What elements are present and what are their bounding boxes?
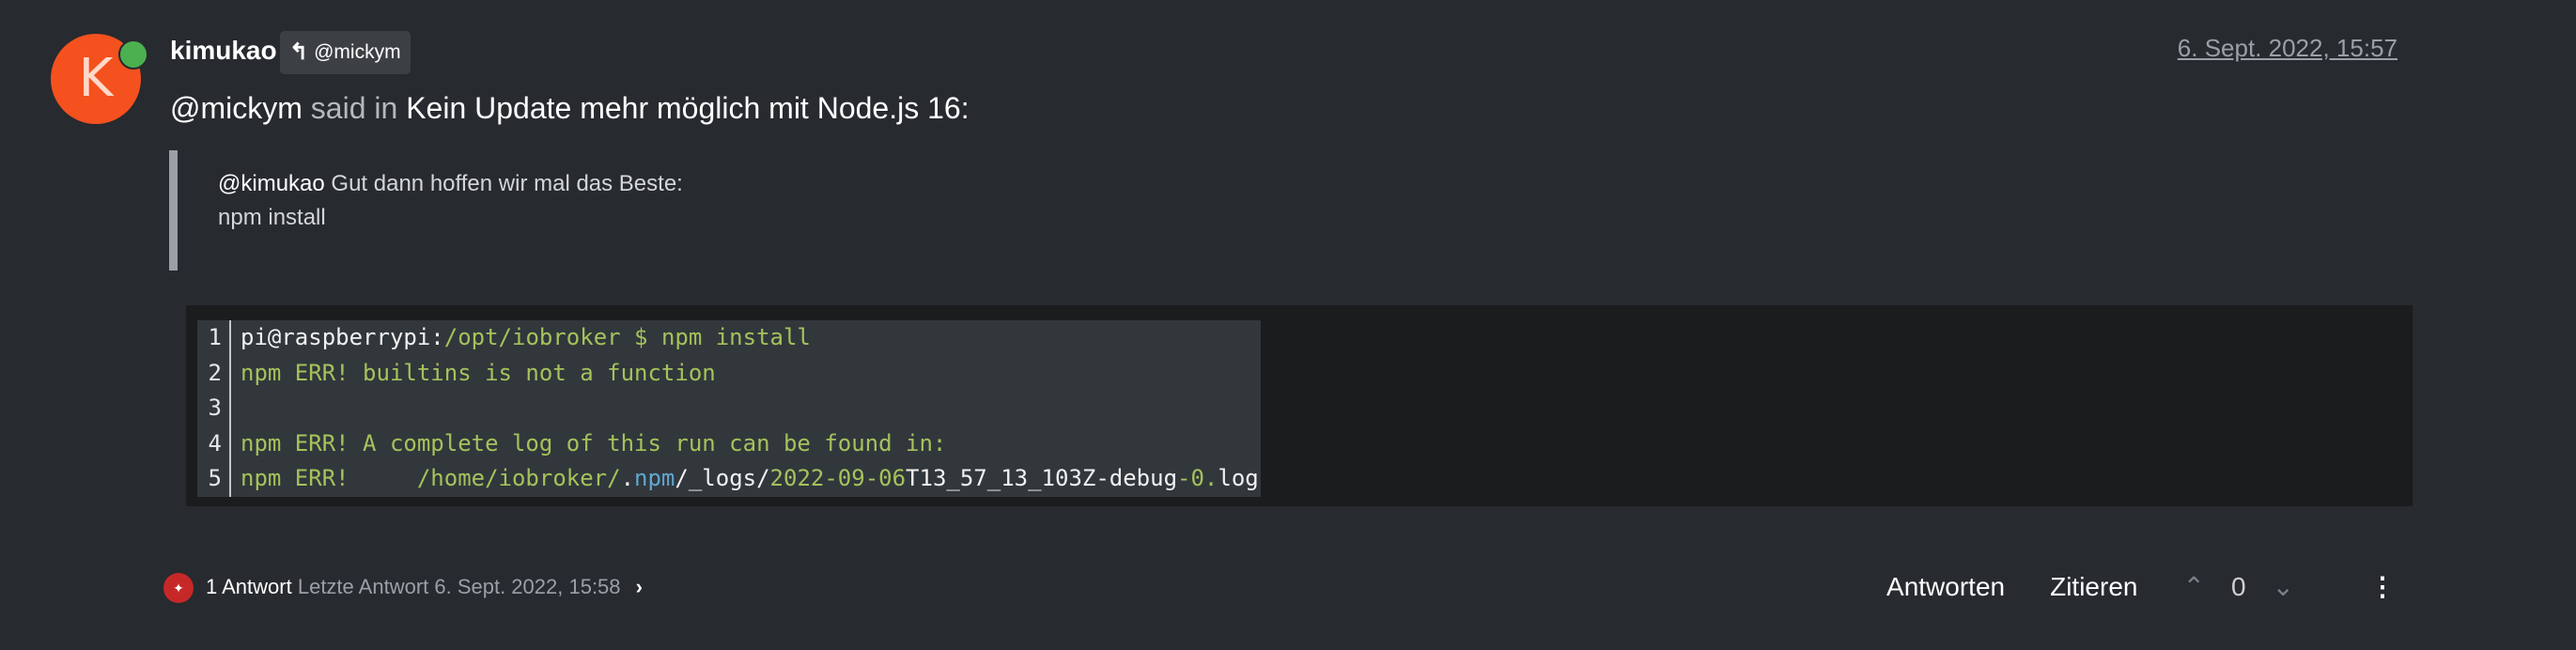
reply-to-user: @mickym	[314, 41, 401, 63]
code-block: 1 pi@raspberrypi:/opt/iobroker $ npm inst…	[186, 305, 2413, 506]
code-line: 5 npm ERR! /home/iobroker/.npm/_logs/2022…	[197, 461, 1261, 497]
line-number: 4	[197, 426, 231, 461]
code-text: pi@raspberrypi:/opt/iobroker $ npm insta…	[241, 324, 811, 350]
quote-header: @mickym said in Kein Update mehr möglich…	[170, 91, 970, 126]
code-line: 2 npm ERR! builtins is not a function	[197, 355, 1261, 391]
code-text: npm ERR! builtins is not a function	[241, 359, 716, 386]
line-number: 2	[197, 355, 231, 391]
line-number: 1	[197, 320, 231, 356]
quote-button[interactable]: Zitieren	[2050, 572, 2137, 602]
blockquote: @kimukao Gut dann hoffen wir mal das Bes…	[169, 150, 683, 271]
mention-link[interactable]: @mickym	[170, 91, 303, 125]
replies-summary[interactable]: 1 Antwort Letzte Antwort 6. Sept. 2022, …	[206, 575, 643, 599]
post-timestamp[interactable]: 6. Sept. 2022, 15:57	[2178, 34, 2398, 63]
reply-arrow-icon: ↰	[289, 39, 309, 65]
reply-button[interactable]: Antworten	[1886, 572, 2005, 602]
code-line: 1 pi@raspberrypi:/opt/iobroker $ npm inst…	[197, 320, 1261, 356]
downvote-icon[interactable]: ⌄	[2273, 571, 2294, 602]
code-text: npm ERR! A complete log of this run can …	[241, 429, 947, 457]
said-in-text: said in	[310, 91, 398, 125]
chevron-right-icon[interactable]: ›	[636, 575, 643, 598]
line-number: 3	[197, 391, 231, 426]
online-status-indicator	[118, 39, 148, 70]
reply-to-chip[interactable]: ↰ @mickym	[280, 31, 411, 74]
code-line: 3	[197, 391, 1261, 426]
quote-text: Gut dann hoffen wir mal das Beste:	[324, 171, 683, 196]
last-reply-text: Letzte Antwort 6. Sept. 2022, 15:58	[297, 575, 621, 598]
code-line: 4 npm ERR! A complete log of this run can…	[197, 426, 1261, 461]
quote-mention-link[interactable]: @kimukao	[218, 171, 325, 196]
code-text: npm ERR! /home/iobroker/.npm/_logs/2022-…	[241, 465, 1259, 491]
line-number: 5	[197, 461, 231, 497]
last-replier-avatar[interactable]: ✦	[163, 573, 194, 603]
code-content: 1 pi@raspberrypi:/opt/iobroker $ npm inst…	[197, 320, 1261, 497]
upvote-icon[interactable]: ⌃	[2182, 571, 2204, 602]
topic-link[interactable]: Kein Update mehr möglich mit Node.js 16	[406, 91, 961, 125]
post-actions: Antworten Zitieren ⌃ 0 ⌄ ⋮	[1841, 571, 2396, 602]
reply-count[interactable]: 1 Antwort	[206, 575, 292, 598]
more-options-icon[interactable]: ⋮	[2369, 571, 2396, 602]
vote-count: 0	[2230, 571, 2246, 601]
quote-line-2: npm install	[218, 205, 326, 230]
colon: :	[960, 91, 970, 125]
post-author[interactable]: kimukao	[170, 36, 277, 66]
